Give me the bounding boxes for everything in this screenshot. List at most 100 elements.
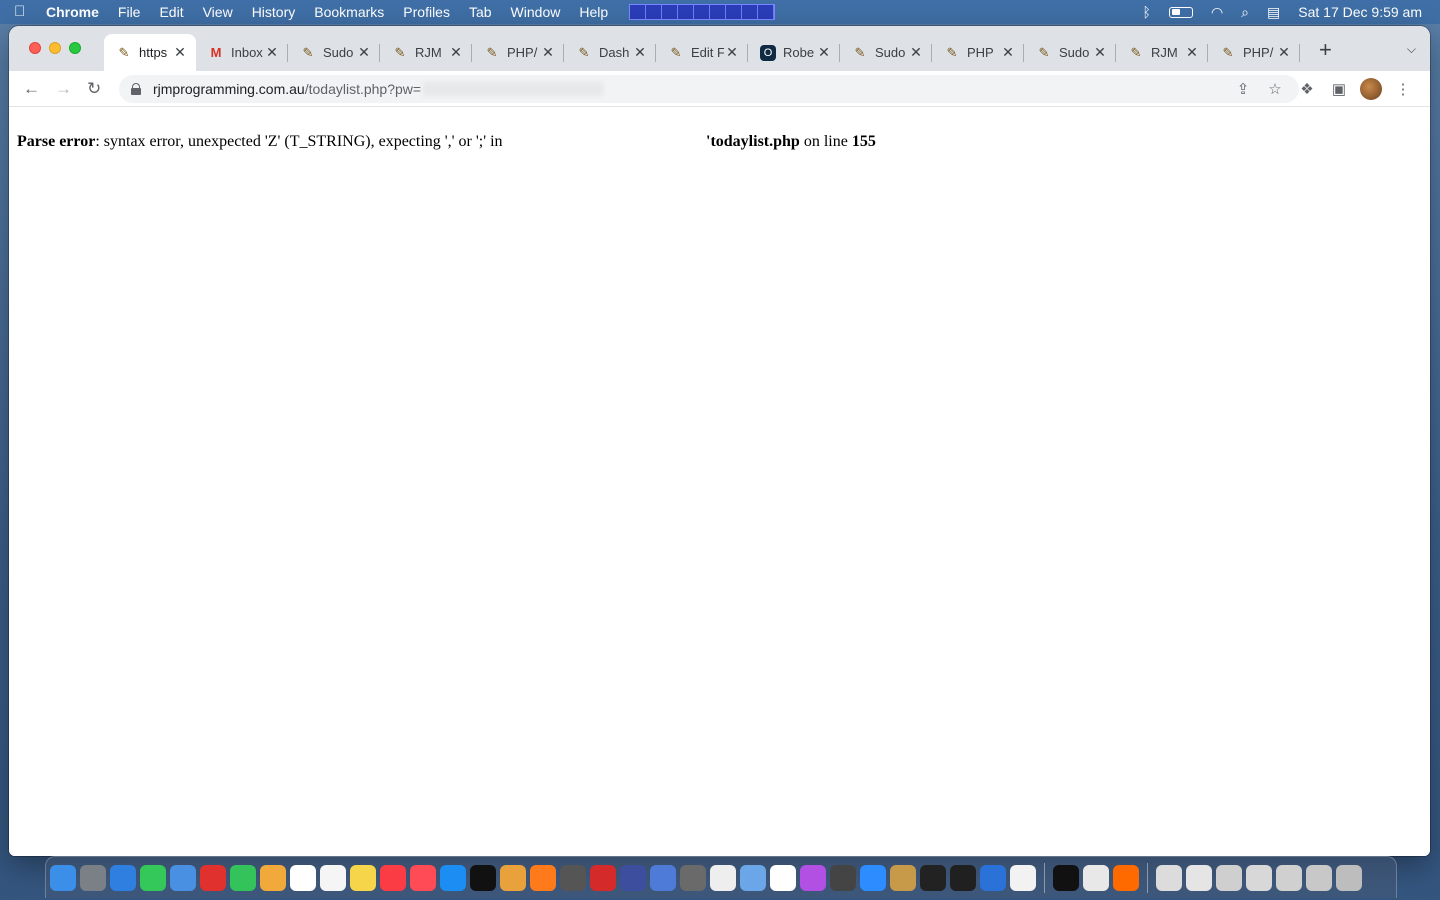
browser-tab[interactable]: ✎ RJM ✕ [1116, 34, 1208, 71]
dock-app-icon[interactable] [770, 864, 796, 891]
browser-tab[interactable]: O Robe ✕ [748, 34, 840, 71]
browser-tab[interactable]: ✎ Edit F ✕ [656, 34, 748, 71]
dock-app-icon[interactable] [500, 864, 526, 891]
dock-app-icon[interactable] [1276, 864, 1302, 891]
dock-app-icon[interactable] [350, 864, 376, 891]
browser-tab[interactable]: ✎ PHP/✕ [472, 34, 564, 71]
lock-icon[interactable] [131, 83, 141, 95]
tab-close-icon[interactable]: ✕ [816, 44, 832, 61]
battery-icon[interactable] [1168, 6, 1193, 18]
new-tab-button[interactable]: + [1319, 39, 1332, 61]
browser-tab[interactable]: ✎ RJM ✕ [380, 34, 472, 71]
dock-app-icon[interactable] [680, 864, 706, 891]
dock-app-icon[interactable] [530, 864, 556, 891]
forward-arrow-icon[interactable]: → [55, 79, 72, 99]
browser-tab[interactable]: ✎ Dash ✕ [564, 34, 656, 71]
tab-close-icon[interactable]: ✕ [540, 44, 556, 61]
dock-app-icon[interactable] [1306, 864, 1332, 891]
dock-app-icon[interactable] [740, 864, 766, 891]
close-window-button[interactable] [29, 42, 41, 54]
tab-close-icon[interactable]: ✕ [1000, 44, 1016, 61]
dock-app-icon[interactable] [800, 864, 826, 891]
dock-app-icon[interactable] [1156, 864, 1182, 891]
extensions-puzzle-icon[interactable]: ❖ [1296, 80, 1318, 98]
tab-close-icon[interactable]: ✕ [448, 44, 464, 61]
dock-app-icon[interactable] [290, 864, 316, 891]
dock-app-icon[interactable] [980, 864, 1006, 891]
tab-close-icon[interactable]: ✕ [172, 44, 188, 61]
tab-close-icon[interactable]: ✕ [1184, 44, 1200, 61]
share-icon[interactable]: ⇪ [1232, 80, 1254, 98]
menu-view[interactable]: View [203, 4, 233, 20]
tab-close-icon[interactable]: ✕ [1276, 44, 1292, 61]
bluetooth-icon[interactable]: ᛒ [1143, 4, 1151, 20]
dock-app-icon[interactable] [890, 864, 916, 891]
dock-app-icon[interactable] [920, 864, 946, 891]
dock-app-icon[interactable] [50, 864, 76, 891]
tab-close-icon[interactable]: ✕ [356, 44, 372, 61]
dock-app-icon[interactable] [1216, 864, 1242, 891]
menu-bookmarks[interactable]: Bookmarks [314, 4, 384, 20]
dock-app-icon[interactable] [230, 864, 256, 891]
back-arrow-icon[interactable]: ← [23, 79, 40, 99]
wifi-icon[interactable]: ◠ [1211, 4, 1223, 21]
dock-app-icon[interactable] [1336, 864, 1362, 891]
dock-app-icon[interactable] [830, 864, 856, 891]
menu-window[interactable]: Window [511, 4, 561, 20]
more-menu-icon[interactable]: ⋮ [1392, 80, 1414, 98]
dock-app-icon[interactable] [950, 864, 976, 891]
tab-close-icon[interactable]: ✕ [908, 44, 924, 61]
dock-app-icon[interactable] [110, 864, 136, 891]
dock-app-icon[interactable] [650, 864, 676, 891]
dock-app-icon[interactable] [860, 864, 886, 891]
dock-app-icon[interactable] [320, 864, 346, 891]
side-panel-icon[interactable]: ▣ [1328, 80, 1350, 98]
dock-app-icon[interactable] [80, 864, 106, 891]
dock-app-icon[interactable] [590, 864, 616, 891]
menu-help[interactable]: Help [579, 4, 608, 20]
address-bar[interactable]: rjmprogramming.com.au/todaylist.php?pw= [119, 75, 1299, 103]
dock-app-icon[interactable] [260, 864, 286, 891]
menu-profiles[interactable]: Profiles [403, 4, 450, 20]
browser-tab[interactable]: ✎ Sudo ✕ [840, 34, 932, 71]
zoom-window-button[interactable] [69, 42, 81, 54]
tab-close-icon[interactable]: ✕ [1092, 44, 1108, 61]
tab-search-chevron-icon[interactable]: ⌵ [1407, 42, 1416, 57]
browser-tab[interactable]: ✎ Sudo ✕ [1024, 34, 1116, 71]
dock-app-icon[interactable] [620, 864, 646, 891]
dock-app-icon[interactable] [170, 864, 196, 891]
dock-app-icon[interactable] [1186, 864, 1212, 891]
control-center-icon[interactable]: ▤ [1267, 4, 1280, 21]
dock-app-icon[interactable] [140, 864, 166, 891]
menu-history[interactable]: History [252, 4, 296, 20]
browser-tab[interactable]: ✎ PHP ✕ [932, 34, 1024, 71]
browser-tab[interactable]: ✎ Sudo ✕ [288, 34, 380, 71]
dock-app-icon[interactable] [1083, 864, 1109, 891]
reload-icon[interactable]: ↻ [87, 79, 101, 99]
dock-app-icon[interactable] [470, 864, 496, 891]
dock-app-icon[interactable] [410, 864, 436, 891]
tab-close-icon[interactable]: ✕ [632, 44, 648, 61]
browser-tab[interactable]: M Inbox ✕ [196, 34, 288, 71]
bookmark-star-icon[interactable]: ☆ [1264, 80, 1286, 98]
menu-file[interactable]: File [118, 4, 141, 20]
browser-tab[interactable]: ✎ https ✕ [104, 34, 196, 71]
dock-app-icon[interactable] [560, 864, 586, 891]
profile-avatar[interactable] [1360, 78, 1382, 100]
browser-tab[interactable]: ✎ PHP/✕ [1208, 34, 1300, 71]
dock-app-icon[interactable] [380, 864, 406, 891]
menu-edit[interactable]: Edit [159, 4, 183, 20]
menu-tab[interactable]: Tab [469, 4, 492, 20]
dock-app-icon[interactable] [1113, 864, 1139, 891]
dock-app-icon[interactable] [710, 864, 736, 891]
tab-close-icon[interactable]: ✕ [264, 44, 280, 61]
dock-app-icon[interactable] [1010, 864, 1036, 891]
dock-app-icon[interactable] [1053, 864, 1079, 891]
menubar-clock[interactable]: Sat 17 Dec 9:59 am [1298, 4, 1422, 20]
minimize-window-button[interactable] [49, 42, 61, 54]
menu-chrome[interactable]: Chrome [46, 4, 99, 20]
apple-icon[interactable]:  [14, 4, 28, 20]
spotlight-search-icon[interactable]: ⌕ [1241, 4, 1249, 21]
tab-close-icon[interactable]: ✕ [724, 44, 740, 61]
dock-app-icon[interactable] [200, 864, 226, 891]
